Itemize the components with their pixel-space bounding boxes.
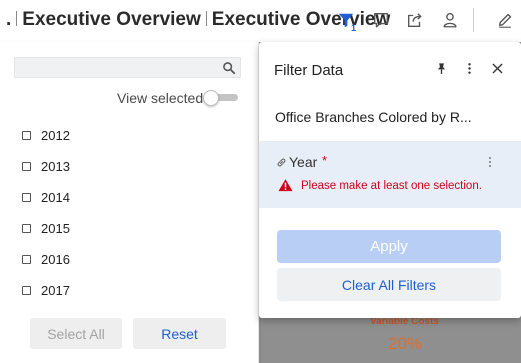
list-item[interactable]: 2017	[22, 275, 70, 306]
required-marker: *	[322, 153, 328, 168]
checkbox[interactable]	[22, 131, 31, 140]
year-label: 2017	[41, 283, 70, 298]
more-vertical-icon	[467, 62, 471, 74]
comment-button[interactable]	[370, 9, 392, 31]
year-selection-panel: View selected 2012 2013 2014 2015 2016 2…	[0, 42, 259, 363]
search-icon[interactable]	[222, 61, 236, 75]
close-icon	[492, 63, 502, 73]
clear-all-filters-button[interactable]: Clear All Filters	[277, 268, 501, 301]
user-icon	[443, 13, 457, 28]
filter-data-panel: Filter Data Office Branches Colored by R…	[259, 42, 521, 318]
select-all-button[interactable]: Select All	[30, 318, 122, 349]
filter-count-badge: 1	[350, 23, 356, 33]
list-item[interactable]: 2014	[22, 182, 70, 213]
breadcrumb-item-1[interactable]: Executive Overview	[22, 9, 201, 30]
panel-title: Filter Data	[274, 62, 344, 79]
checkbox[interactable]	[22, 193, 31, 202]
kpi-value: 20%	[388, 334, 423, 353]
validation-warning: Please make at least one selection.	[301, 180, 482, 192]
year-label: 2015	[41, 221, 70, 236]
checkbox[interactable]	[22, 162, 31, 171]
list-item[interactable]: 2012	[22, 120, 70, 151]
year-label: 2014	[41, 190, 70, 205]
comment-icon	[374, 13, 388, 28]
title-separator	[16, 11, 18, 26]
year-filter-row[interactable]	[259, 141, 521, 208]
user-button[interactable]	[439, 9, 461, 31]
title-separator	[205, 11, 207, 26]
edit-button[interactable]	[494, 9, 516, 31]
filter-button[interactable]: 1	[335, 9, 357, 33]
share-button[interactable]	[404, 9, 426, 31]
checkbox[interactable]	[22, 255, 31, 264]
checkbox[interactable]	[22, 224, 31, 233]
year-filter-label: Year	[289, 154, 318, 170]
search-input[interactable]	[14, 57, 241, 78]
title-prefix: .	[6, 9, 12, 30]
view-selected-label: View selected	[117, 90, 204, 106]
filter-target-title: Office Branches Colored by R...	[275, 109, 472, 125]
header-divider	[473, 8, 474, 32]
year-list: 2012 2013 2014 2015 2016 2017	[22, 120, 70, 306]
more-vertical-icon[interactable]	[485, 155, 495, 169]
close-button[interactable]	[489, 60, 505, 76]
year-label: 2012	[41, 128, 70, 143]
checkbox[interactable]	[22, 286, 31, 295]
view-selected-toggle[interactable]	[203, 90, 239, 106]
list-item[interactable]: 2015	[22, 213, 70, 244]
header-bar: . Executive Overview Executive Overview 1	[0, 0, 521, 42]
more-options-button[interactable]	[461, 60, 477, 76]
warning-icon	[278, 179, 293, 192]
share-icon	[408, 13, 422, 27]
pin-button[interactable]	[433, 60, 449, 76]
list-item[interactable]: 2013	[22, 151, 70, 182]
toggle-knob	[203, 90, 219, 106]
link-icon	[277, 158, 286, 167]
edit-icon	[498, 13, 512, 28]
year-label: 2013	[41, 159, 70, 174]
list-item[interactable]: 2016	[22, 244, 70, 275]
breadcrumb-item-2: Executive Overview	[211, 9, 391, 30]
reset-button[interactable]: Reset	[133, 318, 226, 349]
page-title: . Executive Overview Executive Overview	[6, 9, 390, 31]
apply-button[interactable]: Apply	[277, 230, 501, 263]
year-label: 2016	[41, 252, 70, 267]
pin-icon	[437, 62, 445, 74]
